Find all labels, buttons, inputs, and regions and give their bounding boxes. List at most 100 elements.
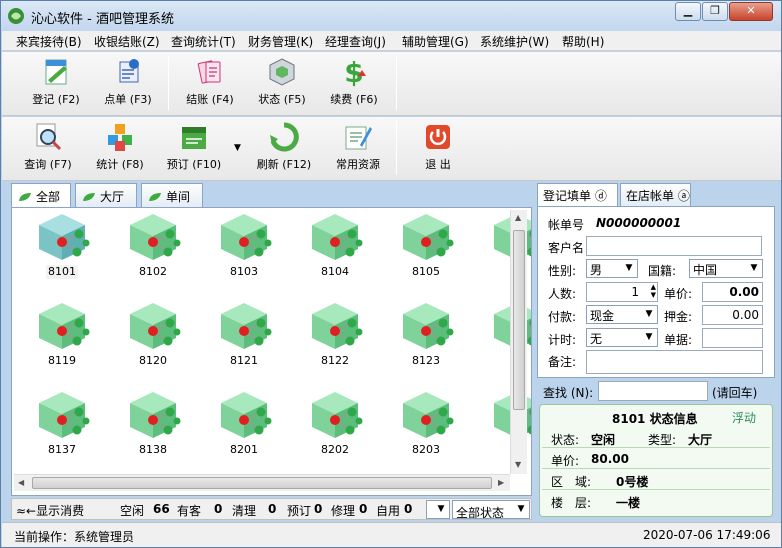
- payment-select[interactable]: 现金 ▼: [586, 305, 658, 324]
- tab-registration-form[interactable]: 登记填单 ⓓ: [537, 183, 618, 207]
- menu-finance[interactable]: 财务管理(K): [248, 33, 313, 50]
- horizontal-scrollbar[interactable]: ◀ ▶: [14, 474, 510, 491]
- minimize-button[interactable]: ▁: [675, 2, 701, 21]
- room-tile[interactable]: 8137: [26, 388, 98, 468]
- search-icon: [36, 123, 62, 151]
- room-tile[interactable]: 8122: [299, 299, 371, 379]
- resources-icon: [345, 126, 372, 150]
- timing-select[interactable]: 无 ▼: [586, 328, 658, 347]
- room-filter-tabs: 全部 大厅 单间: [11, 183, 535, 208]
- secondary-toolbar: 查询 (F7) 统计 (F8) 预订 (F10) ▼ 刷新 (F12) 常用资源…: [2, 117, 781, 181]
- toolbar-separator: [396, 56, 397, 110]
- info-row-price: 单价: 80.00: [542, 450, 770, 469]
- register-icon: [45, 59, 67, 85]
- renew-icon: $: [344, 56, 366, 88]
- statistics-button[interactable]: 统计 (F8): [92, 121, 148, 172]
- price-input[interactable]: 0.00: [702, 282, 763, 302]
- search-input[interactable]: [598, 381, 708, 401]
- status-button[interactable]: 状态 (F5): [254, 56, 310, 107]
- room-cube-icon: [403, 214, 454, 260]
- booking-dropdown-icon[interactable]: ▼: [234, 143, 241, 153]
- idle-count: 66: [153, 502, 170, 516]
- resources-button[interactable]: 常用资源: [330, 121, 386, 172]
- search-button[interactable]: 查询 (F7): [20, 121, 76, 172]
- room-number: 8102: [139, 265, 167, 278]
- float-link[interactable]: 浮动: [732, 409, 756, 426]
- menu-help[interactable]: 帮助(H): [562, 33, 604, 50]
- room-tile[interactable]: 8105: [390, 210, 462, 290]
- search-hint: (请回车): [712, 386, 758, 400]
- room-tile[interactable]: 8121: [208, 299, 280, 379]
- room-number: 8122: [321, 354, 349, 367]
- room-cube-icon: [403, 392, 454, 438]
- room-number: 8104: [321, 265, 349, 278]
- tab-in-house-bills[interactable]: 在店帐单 ⓐ: [620, 183, 691, 206]
- order-button[interactable]: 点单 (F3): [100, 56, 156, 107]
- gender-select[interactable]: 男 ▼: [586, 259, 638, 278]
- register-button[interactable]: 登记 (F2): [28, 56, 84, 107]
- renew-button[interactable]: $ 续费 (F6): [326, 56, 382, 107]
- room-cube-icon: [221, 303, 272, 349]
- menu-manager-query[interactable]: 经理查询(J): [325, 33, 386, 50]
- spin-arrows-icon[interactable]: ▲ ▼: [651, 283, 656, 299]
- room-number: 8120: [139, 354, 167, 367]
- room-cube-icon: [403, 303, 454, 349]
- scroll-thumb[interactable]: [32, 477, 492, 489]
- room-number: 8203: [412, 443, 440, 456]
- room-cube-icon: [312, 392, 363, 438]
- exit-button[interactable]: 退 出: [410, 121, 466, 172]
- leaf-icon: [83, 193, 95, 201]
- room-tile[interactable]: 8120: [117, 299, 189, 379]
- restore-button[interactable]: ❐: [702, 2, 728, 21]
- receipt-input[interactable]: [702, 328, 763, 348]
- menu-bar: 来宾接待(B) 收银结账(Z) 查询统计(T) 财务管理(K) 经理查询(J) …: [2, 31, 781, 51]
- room-grid: 8101810281038104810588119812081218122812…: [11, 207, 532, 496]
- booking-button[interactable]: 预订 (F10): [164, 121, 224, 172]
- room-tile[interactable]: 8119: [26, 299, 98, 379]
- window-title: 沁心软件 - 酒吧管理系统: [31, 12, 174, 27]
- room-tile[interactable]: 8123: [390, 299, 462, 379]
- room-tile[interactable]: 8138: [117, 388, 189, 468]
- menu-system[interactable]: 系统维护(W): [480, 33, 549, 50]
- menu-cashier[interactable]: 收银结账(Z): [94, 33, 160, 50]
- tab-private-room[interactable]: 单间: [141, 183, 203, 207]
- room-number: 8103: [230, 265, 258, 278]
- info-row-state: 状态: 空闲 类型: 大厅: [542, 429, 770, 448]
- customer-name-input[interactable]: [586, 236, 762, 256]
- room-number: 8119: [48, 354, 76, 367]
- menu-query-stats[interactable]: 查询统计(T): [171, 33, 236, 50]
- vertical-scrollbar[interactable]: ▲ ▼: [510, 210, 527, 474]
- room-tile[interactable]: 8103: [208, 210, 280, 290]
- room-cube-icon: [221, 214, 272, 260]
- room-tile[interactable]: 8104: [299, 210, 371, 290]
- nationality-select[interactable]: 中国 ▼: [689, 259, 763, 278]
- people-stepper[interactable]: 1 ▲ ▼: [586, 282, 658, 302]
- room-status-summary: ≈←显示消费 空闲 66 有客 0 清理 0 预订 0 修理 0 自用 0 ▼ …: [11, 498, 532, 520]
- show-consumption-toggle[interactable]: ≈←显示消费: [16, 502, 84, 519]
- repair-count: 0: [359, 502, 368, 516]
- close-button[interactable]: ✕: [729, 2, 773, 21]
- app-window: 沁心软件 - 酒吧管理系统 ▁ ❐ ✕ 来宾接待(B) 收银结账(Z) 查询统计…: [0, 0, 782, 548]
- note-input[interactable]: [586, 350, 763, 374]
- status-filter-dropdown[interactable]: ▼: [426, 500, 450, 519]
- room-tile[interactable]: 8203: [390, 388, 462, 468]
- all-status-select[interactable]: 全部状态 ▼: [452, 500, 530, 520]
- registration-form: 帐单号 N000000001 客户名 性别: 男 ▼ 国籍: 中国 ▼ 人数: 1 ▲…: [537, 206, 775, 378]
- room-tile[interactable]: 8101: [26, 210, 98, 290]
- scroll-thumb[interactable]: [513, 230, 525, 410]
- refresh-button[interactable]: 刷新 (F12): [254, 121, 314, 172]
- tab-hall[interactable]: 大厅: [75, 183, 137, 207]
- room-status-info: 8101 状态信息 浮动 状态: 空闲 类型: 大厅 单价: 80.00 区 域…: [539, 404, 773, 517]
- menu-auxiliary[interactable]: 辅助管理(G): [402, 33, 469, 50]
- deposit-input[interactable]: 0.00: [702, 305, 763, 325]
- checkout-button[interactable]: 结账 (F4): [182, 56, 238, 107]
- search-row: 查找 (N): (请回车): [537, 381, 775, 403]
- menu-reception[interactable]: 来宾接待(B): [16, 33, 82, 50]
- booking-icon: [182, 127, 206, 149]
- room-number: 8105: [412, 265, 440, 278]
- main-toolbar: 登记 (F2) 点单 (F3) 结账 (F4) 状态 (F5) $ 续费 (F6…: [2, 52, 781, 116]
- room-tile[interactable]: 8202: [299, 388, 371, 468]
- room-tile[interactable]: 8102: [117, 210, 189, 290]
- room-tile[interactable]: 8201: [208, 388, 280, 468]
- tab-all[interactable]: 全部: [11, 183, 71, 208]
